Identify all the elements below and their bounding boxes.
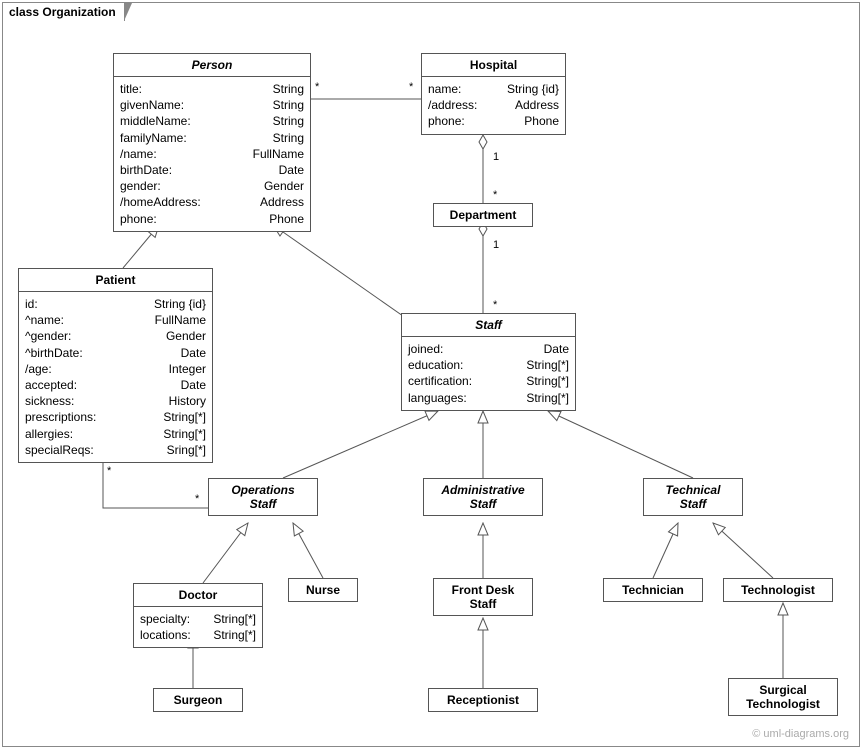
class-surgeon: Surgeon: [153, 688, 243, 712]
attribute-row: education:String[*]: [408, 357, 569, 373]
mult-hospital-dept-bottom: *: [493, 189, 497, 201]
class-staff-name: Staff: [402, 314, 575, 337]
attribute-row: title:String: [120, 81, 304, 97]
mult-dept-staff-bottom: *: [493, 299, 497, 311]
class-technician-name: Technician: [604, 579, 702, 601]
attribute-row: specialReqs:Sring[*]: [25, 442, 206, 458]
attribute-row: birthDate:Date: [120, 162, 304, 178]
attribute-row: specialty:String[*]: [140, 611, 256, 627]
class-nurse-name: Nurse: [289, 579, 357, 601]
attribute-row: joined:Date: [408, 341, 569, 357]
class-operations-staff-name: Operations Staff: [209, 479, 317, 515]
attribute-row: phone:Phone: [428, 113, 559, 129]
class-hospital: Hospital name:String {id}/address:Addres…: [421, 53, 566, 135]
class-hospital-name: Hospital: [422, 54, 565, 77]
class-hospital-attrs: name:String {id}/address:Addressphone:Ph…: [422, 77, 565, 134]
class-patient: Patient id:String {id}^name:FullName^gen…: [18, 268, 213, 463]
class-receptionist: Receptionist: [428, 688, 538, 712]
attribute-row: accepted:Date: [25, 377, 206, 393]
attribute-row: gender:Gender: [120, 178, 304, 194]
diagram-title: class Organization: [2, 2, 125, 21]
attribute-row: certification:String[*]: [408, 373, 569, 389]
class-front-desk-staff-name: Front Desk Staff: [434, 579, 532, 615]
class-receptionist-name: Receptionist: [429, 689, 537, 711]
class-surgical-technologist: Surgical Technologist: [728, 678, 838, 716]
class-patient-name: Patient: [19, 269, 212, 292]
attribute-row: phone:Phone: [120, 211, 304, 227]
attribute-row: allergies:String[*]: [25, 426, 206, 442]
attribute-row: name:String {id}: [428, 81, 559, 97]
class-doctor-attrs: specialty:String[*]locations:String[*]: [134, 607, 262, 647]
class-front-desk-staff: Front Desk Staff: [433, 578, 533, 616]
attribute-row: id:String {id}: [25, 296, 206, 312]
attribute-row: languages:String[*]: [408, 390, 569, 406]
mult-dept-staff-top: 1: [493, 239, 499, 251]
class-operations-staff: Operations Staff: [208, 478, 318, 516]
class-doctor-name: Doctor: [134, 584, 262, 607]
watermark: © uml-diagrams.org: [752, 728, 849, 740]
attribute-row: familyName:String: [120, 130, 304, 146]
class-patient-attrs: id:String {id}^name:FullName^gender:Gend…: [19, 292, 212, 462]
class-doctor: Doctor specialty:String[*]locations:Stri…: [133, 583, 263, 648]
class-administrative-staff: Administrative Staff: [423, 478, 543, 516]
attribute-row: ^name:FullName: [25, 312, 206, 328]
attribute-row: ^gender:Gender: [25, 328, 206, 344]
class-surgeon-name: Surgeon: [154, 689, 242, 711]
attribute-row: prescriptions:String[*]: [25, 409, 206, 425]
attribute-row: ^birthDate:Date: [25, 345, 206, 361]
class-technologist: Technologist: [723, 578, 833, 602]
diagram-frame: class Organization: [2, 2, 860, 747]
attribute-row: /name:FullName: [120, 146, 304, 162]
class-department: Department: [433, 203, 533, 227]
class-person: Person title:StringgivenName:Stringmiddl…: [113, 53, 311, 232]
attribute-row: sickness:History: [25, 393, 206, 409]
mult-person-hospital-right: *: [409, 81, 413, 93]
class-surgical-technologist-name: Surgical Technologist: [729, 679, 837, 715]
attribute-row: middleName:String: [120, 113, 304, 129]
class-technical-staff: Technical Staff: [643, 478, 743, 516]
attribute-row: /age:Integer: [25, 361, 206, 377]
class-person-name: Person: [114, 54, 310, 77]
class-technologist-name: Technologist: [724, 579, 832, 601]
class-administrative-staff-name: Administrative Staff: [424, 479, 542, 515]
mult-patient-ops-right: *: [195, 493, 199, 505]
mult-patient-ops-left: *: [107, 465, 111, 477]
attribute-row: /address:Address: [428, 97, 559, 113]
mult-hospital-dept-top: 1: [493, 151, 499, 163]
attribute-row: givenName:String: [120, 97, 304, 113]
class-staff-attrs: joined:Dateeducation:String[*]certificat…: [402, 337, 575, 410]
class-department-name: Department: [434, 204, 532, 226]
mult-person-hospital-left: *: [315, 81, 319, 93]
class-person-attrs: title:StringgivenName:StringmiddleName:S…: [114, 77, 310, 231]
class-staff: Staff joined:Dateeducation:String[*]cert…: [401, 313, 576, 411]
attribute-row: /homeAddress:Address: [120, 194, 304, 210]
class-nurse: Nurse: [288, 578, 358, 602]
attribute-row: locations:String[*]: [140, 627, 256, 643]
class-technical-staff-name: Technical Staff: [644, 479, 742, 515]
class-technician: Technician: [603, 578, 703, 602]
